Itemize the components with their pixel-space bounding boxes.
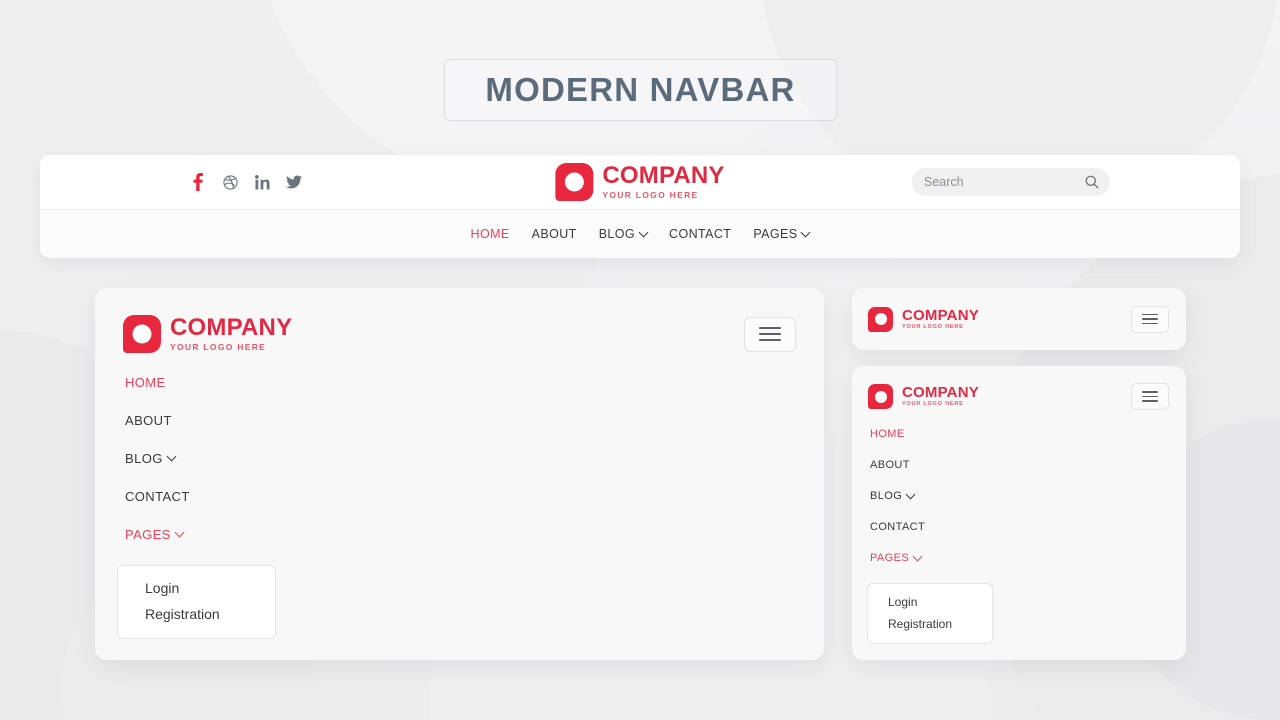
hamburger-bar	[759, 327, 781, 329]
logo-text: COMPANY YOUR LOGO HERE	[170, 316, 292, 352]
submenu-item-registration[interactable]: Registration	[888, 617, 952, 631]
nav-item-label: ABOUT	[125, 413, 172, 428]
hamburger-menu-button[interactable]	[1131, 383, 1169, 410]
chevron-down-icon	[166, 451, 177, 462]
panel-header: COMPANY YOUR LOGO HERE	[95, 288, 824, 353]
nav-item-label: BLOG	[598, 227, 636, 241]
hamburger-bar	[1142, 318, 1158, 320]
nav-item-about[interactable]: ABOUT	[532, 227, 577, 241]
logo-mark-icon	[555, 163, 594, 201]
logo-mark-icon	[868, 384, 893, 409]
hamburger-bar	[1142, 400, 1158, 402]
chevron-down-icon	[174, 527, 185, 538]
social-links	[189, 173, 303, 191]
mobile-navbar-expanded-large: COMPANY YOUR LOGO HERE HOME ABOUT BLOG C…	[95, 288, 824, 660]
nav-item-contact[interactable]: CONTACT	[125, 489, 824, 504]
nav-item-pages[interactable]: PAGES	[870, 551, 1186, 564]
logo-text: COMPANY YOUR LOGO HERE	[602, 164, 724, 200]
nav-item-label: HOME	[870, 428, 905, 440]
hamburger-bar	[759, 339, 781, 341]
nav-item-label: CONTACT	[669, 227, 732, 241]
nav-item-contact[interactable]: CONTACT	[870, 521, 1186, 533]
hamburger-bar	[1142, 313, 1158, 316]
nav-item-label: PAGES	[753, 227, 798, 241]
nav-item-label: BLOG	[870, 490, 903, 502]
page-title-badge: MODERN NAVBAR	[444, 59, 837, 121]
nav-item-contact[interactable]: CONTACT	[669, 227, 731, 241]
search-input[interactable]	[924, 175, 1085, 189]
submenu-item-login[interactable]: Login	[145, 580, 220, 596]
top-navbar-upper-row: COMPANY YOUR LOGO HERE	[40, 155, 1240, 209]
nav-item-home[interactable]: HOME	[471, 227, 510, 241]
page-title: MODERN NAVBAR	[485, 71, 796, 108]
nav-item-label: PAGES	[870, 552, 910, 564]
chevron-down-icon	[905, 489, 916, 499]
logo-text: COMPANY YOUR LOGO HERE	[902, 385, 979, 408]
hamburger-bar	[1142, 391, 1158, 393]
linkedin-icon[interactable]	[253, 173, 271, 191]
top-navbar: COMPANY YOUR LOGO HERE HOME ABOUT BLOG C…	[40, 155, 1240, 258]
search-box[interactable]	[912, 168, 1110, 196]
nav-item-about[interactable]: ABOUT	[870, 459, 1186, 471]
hamburger-bar	[1142, 395, 1158, 398]
brand-name: COMPANY	[902, 306, 979, 324]
nav-item-blog[interactable]: BLOG	[125, 451, 824, 466]
mobile-navbar-collapsed: COMPANY YOUR LOGO HERE	[852, 288, 1186, 350]
vertical-menu: HOME ABOUT BLOG CONTACT PAGES Login Regi…	[852, 410, 1186, 644]
search-icon[interactable]	[1085, 175, 1099, 189]
brand-tagline: YOUR LOGO HERE	[170, 342, 267, 353]
nav-item-label: BLOG	[125, 451, 163, 466]
nav-item-label: CONTACT	[125, 489, 190, 504]
vertical-menu: HOME ABOUT BLOG CONTACT PAGES Login Regi…	[95, 353, 824, 639]
nav-item-label: PAGES	[125, 527, 171, 542]
brand-logo[interactable]: COMPANY YOUR LOGO HERE	[555, 163, 724, 201]
brand-name: COMPANY	[170, 314, 293, 342]
brand-tagline: YOUR LOGO HERE	[902, 323, 964, 330]
pages-submenu: Login Registration	[117, 565, 276, 639]
brand-name: COMPANY	[902, 384, 979, 402]
nav-item-pages[interactable]: PAGES	[125, 527, 824, 542]
hamburger-menu-button[interactable]	[744, 316, 796, 352]
nav-item-label: ABOUT	[531, 227, 577, 241]
brand-tagline: YOUR LOGO HERE	[602, 190, 699, 201]
brand-tagline: YOUR LOGO HERE	[902, 401, 964, 408]
nav-item-home[interactable]: HOME	[870, 428, 1186, 440]
mobile-navbar-expanded-small: COMPANY YOUR LOGO HERE HOME ABOUT BLOG C…	[852, 366, 1186, 660]
nav-item-home[interactable]: HOME	[125, 375, 824, 390]
nav-item-about[interactable]: ABOUT	[125, 413, 824, 428]
pages-submenu: Login Registration	[867, 583, 994, 644]
panel-header: COMPANY YOUR LOGO HERE	[852, 366, 1186, 410]
brand-logo[interactable]: COMPANY YOUR LOGO HERE	[123, 315, 292, 353]
brand-logo[interactable]: COMPANY YOUR LOGO HERE	[868, 306, 979, 332]
hamburger-menu-button[interactable]	[1131, 305, 1169, 333]
logo-text: COMPANY YOUR LOGO HERE	[902, 308, 979, 331]
nav-item-pages[interactable]: PAGES	[753, 227, 811, 241]
brand-name: COMPANY	[602, 162, 725, 190]
submenu-item-login[interactable]: Login	[888, 595, 952, 609]
logo-mark-icon	[123, 315, 161, 353]
nav-item-label: ABOUT	[870, 459, 910, 471]
facebook-icon[interactable]	[189, 173, 207, 191]
brand-logo[interactable]: COMPANY YOUR LOGO HERE	[868, 384, 979, 409]
nav-item-blog[interactable]: BLOG	[598, 227, 649, 241]
hamburger-bar	[1142, 322, 1158, 325]
nav-item-label: CONTACT	[870, 521, 926, 533]
chevron-down-icon	[638, 227, 649, 237]
logo-mark-icon	[868, 306, 893, 332]
twitter-icon[interactable]	[285, 173, 303, 191]
chevron-down-icon	[801, 227, 811, 237]
nav-item-blog[interactable]: BLOG	[870, 489, 1186, 502]
top-navbar-menu-row: HOME ABOUT BLOG CONTACT PAGES	[40, 209, 1240, 258]
submenu-item-registration[interactable]: Registration	[145, 606, 220, 622]
chevron-down-icon	[912, 551, 923, 561]
nav-item-label: HOME	[470, 227, 510, 241]
nav-item-label: HOME	[125, 375, 166, 390]
hamburger-bar	[759, 333, 781, 335]
dribbble-icon[interactable]	[221, 173, 239, 191]
